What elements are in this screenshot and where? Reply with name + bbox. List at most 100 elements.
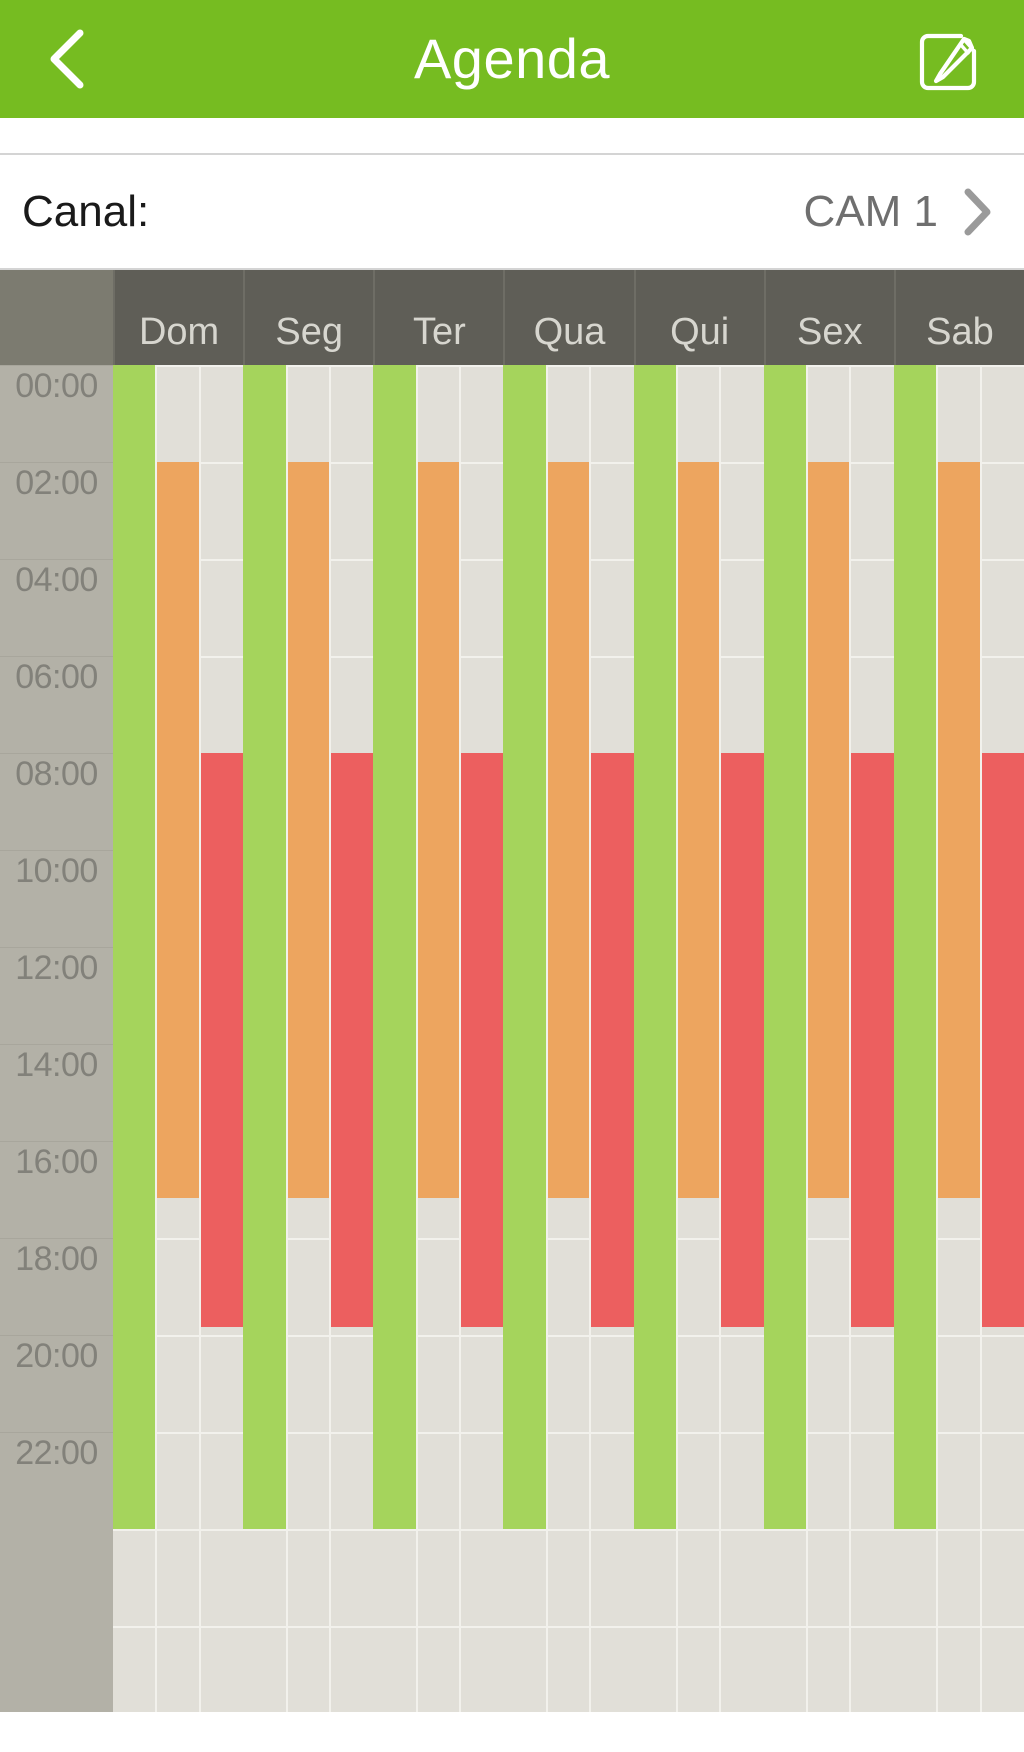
schedule-segment-orange[interactable] xyxy=(286,462,330,1198)
schedule-track-qua-1[interactable] xyxy=(503,365,547,1712)
schedule-segment-green[interactable] xyxy=(243,365,287,1529)
schedule-segment-orange[interactable] xyxy=(937,462,981,1198)
channel-value: CAM 1 xyxy=(803,186,938,236)
back-button[interactable] xyxy=(30,26,106,92)
schedule-track-qua-2[interactable] xyxy=(546,365,591,1712)
schedule-segment-red[interactable] xyxy=(720,753,764,1327)
schedule-segment-green[interactable] xyxy=(373,365,417,1529)
edit-pencil-square-icon xyxy=(919,33,977,91)
channel-label: Canal: xyxy=(22,186,150,236)
schedule-segment-red[interactable] xyxy=(850,753,894,1327)
schedule-segment-green[interactable] xyxy=(113,365,157,1529)
time-label-cell: 14:00 xyxy=(0,1044,113,1141)
schedule-segment-red[interactable] xyxy=(980,753,1024,1327)
time-label: 10:00 xyxy=(15,852,98,890)
time-gutter: 00:00 02:00 04:00 06:00 08:00 10:00 12:00 14:00… xyxy=(0,365,113,1712)
day-column-sab[interactable] xyxy=(893,365,1024,1712)
schedule-track-seg-2[interactable] xyxy=(286,365,330,1712)
day-header-label: Qui xyxy=(670,311,730,353)
schedule-track-dom-3[interactable] xyxy=(199,365,244,1712)
spacer-strip xyxy=(0,118,1024,153)
day-column-sex[interactable] xyxy=(763,365,894,1712)
edit-button[interactable] xyxy=(912,26,984,98)
schedule-track-dom-1[interactable] xyxy=(113,365,157,1712)
day-header-label: Sab xyxy=(926,311,994,353)
day-header-ter[interactable]: Ter xyxy=(373,270,504,365)
schedule-segment-green[interactable] xyxy=(763,365,808,1529)
schedule-segment-orange[interactable] xyxy=(416,462,461,1198)
time-label-cell: 20:00 xyxy=(0,1335,113,1432)
day-header-label: Ter xyxy=(412,311,466,353)
schedule-segment-orange[interactable] xyxy=(676,462,721,1198)
schedule-track-seg-1[interactable] xyxy=(243,365,287,1712)
schedule-track-qui-2[interactable] xyxy=(676,365,721,1712)
time-label-cell: 22:00 xyxy=(0,1432,113,1529)
day-header-label: Sex xyxy=(797,311,863,353)
day-header-qui[interactable]: Qui xyxy=(633,270,764,365)
agenda-screen: Agenda Canal: CAM 1 Dom Seg Ter Qua Qui … xyxy=(0,0,1024,1752)
schedule-track-sex-3[interactable] xyxy=(850,365,894,1712)
schedule-track-qui-3[interactable] xyxy=(720,365,764,1712)
day-column-qui[interactable] xyxy=(633,365,764,1712)
page-title: Agenda xyxy=(413,27,611,90)
schedule-segment-green[interactable] xyxy=(633,365,677,1529)
time-label: 22:00 xyxy=(15,1434,98,1472)
header-corner-cell xyxy=(0,270,113,365)
time-label: 18:00 xyxy=(15,1240,98,1278)
channel-value-group[interactable]: CAM 1 xyxy=(804,187,994,237)
time-label: 02:00 xyxy=(15,464,98,502)
day-header-sex[interactable]: Sex xyxy=(763,270,894,365)
time-label-cell: 12:00 xyxy=(0,947,113,1044)
time-label: 12:00 xyxy=(15,949,98,987)
time-label: 20:00 xyxy=(15,1337,98,1375)
day-column-qua[interactable] xyxy=(503,365,634,1712)
day-column-seg[interactable] xyxy=(243,365,374,1712)
time-label-cell: 08:00 xyxy=(0,753,113,850)
chevron-left-icon xyxy=(50,29,84,89)
day-header-label: Seg xyxy=(275,311,344,353)
time-label-cell: 06:00 xyxy=(0,656,113,753)
schedule-segment-orange[interactable] xyxy=(807,462,851,1198)
schedule-track-sex-1[interactable] xyxy=(763,365,808,1712)
time-label-cell: 02:00 xyxy=(0,462,113,559)
channel-selector-row[interactable]: Canal: CAM 1 xyxy=(0,155,1024,268)
time-label-cell: 16:00 xyxy=(0,1141,113,1238)
schedule-body: 00:00 02:00 04:00 06:00 08:00 10:00 12:00 14:00… xyxy=(0,365,1024,1712)
schedule-track-sab-1[interactable] xyxy=(893,365,938,1712)
time-label-cell: 18:00 xyxy=(0,1238,113,1335)
schedule-segment-orange[interactable] xyxy=(546,462,591,1198)
schedule-segment-green[interactable] xyxy=(893,365,938,1529)
time-label: 16:00 xyxy=(15,1143,98,1181)
schedule-track-sex-2[interactable] xyxy=(807,365,851,1712)
schedule-segment-orange[interactable] xyxy=(156,462,200,1198)
app-bar: Agenda xyxy=(0,0,1024,118)
schedule-track-qua-3[interactable] xyxy=(590,365,634,1712)
schedule-track-ter-2[interactable] xyxy=(416,365,461,1712)
time-label: 04:00 xyxy=(15,561,98,599)
schedule-segment-red[interactable] xyxy=(590,753,634,1327)
schedule-segment-red[interactable] xyxy=(329,753,374,1327)
schedule-header-row: Dom Seg Ter Qua Qui Sex Sab xyxy=(0,270,1024,365)
schedule-track-seg-3[interactable] xyxy=(329,365,374,1712)
time-label: 14:00 xyxy=(15,1046,98,1084)
time-label-cell: 04:00 xyxy=(0,559,113,656)
day-header-dom[interactable]: Dom xyxy=(113,270,244,365)
schedule-track-sab-2[interactable] xyxy=(937,365,981,1712)
time-label: 08:00 xyxy=(15,755,98,793)
day-header-label: Qua xyxy=(533,311,606,353)
schedule-track-ter-1[interactable] xyxy=(373,365,417,1712)
time-label-cell: 10:00 xyxy=(0,850,113,947)
schedule-track-dom-2[interactable] xyxy=(156,365,200,1712)
day-header-qua[interactable]: Qua xyxy=(503,270,634,365)
schedule-segment-red[interactable] xyxy=(199,753,244,1327)
schedule-track-sab-3[interactable] xyxy=(980,365,1024,1712)
day-header-sab[interactable]: Sab xyxy=(893,270,1024,365)
day-column-dom[interactable] xyxy=(113,365,244,1712)
time-label: 00:00 xyxy=(15,367,98,405)
schedule-track-qui-1[interactable] xyxy=(633,365,677,1712)
schedule-track-ter-3[interactable] xyxy=(460,365,504,1712)
day-column-ter[interactable] xyxy=(373,365,504,1712)
day-header-seg[interactable]: Seg xyxy=(243,270,374,365)
schedule-segment-green[interactable] xyxy=(503,365,547,1529)
schedule-segment-red[interactable] xyxy=(460,753,504,1327)
